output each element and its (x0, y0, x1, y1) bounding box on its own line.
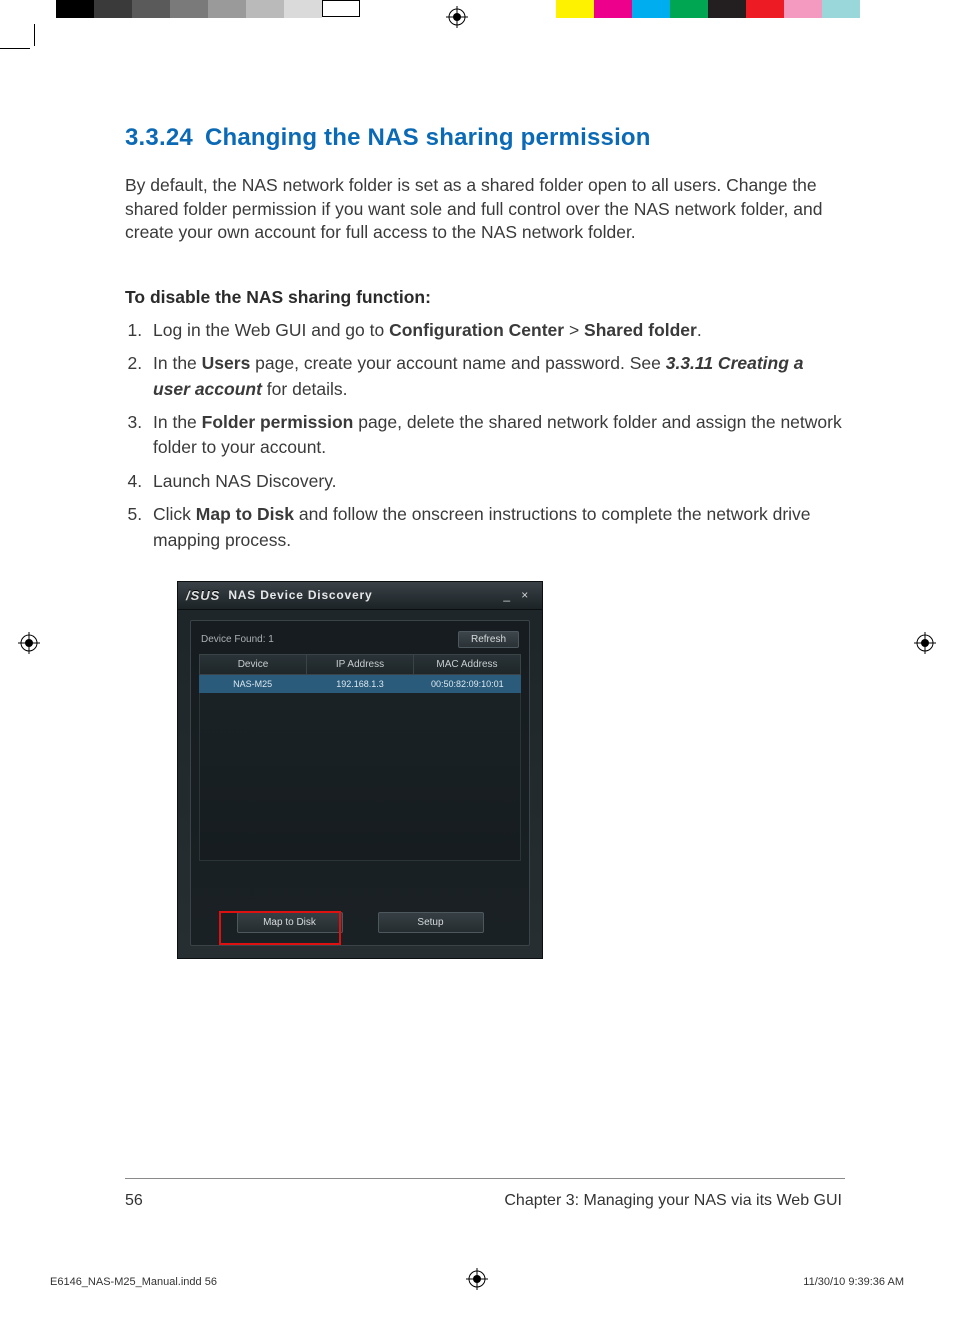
cell-mac: 00:50:82:09:10:01 (414, 675, 521, 693)
section-heading: 3.3.24 Changing the NAS sharing permissio… (125, 124, 845, 152)
slug-timestamp: 11/30/10 9:39:36 AM (803, 1276, 904, 1288)
steps-list: Log in the Web GUI and go to Configurati… (125, 318, 845, 553)
cell-ip: 192.168.1.3 (306, 675, 413, 693)
section-title: Changing the NAS sharing permission (205, 124, 651, 151)
registration-mark-icon (914, 632, 936, 654)
th-device: Device (199, 654, 307, 675)
content-block: 3.3.24 Changing the NAS sharing permissio… (125, 124, 845, 959)
page-number: 56 (125, 1192, 143, 1210)
window-titlebar: /SUS NAS Device Discovery _ × (178, 582, 542, 610)
registration-mark-icon (18, 632, 40, 654)
subheading: To disable the NAS sharing function: (125, 287, 845, 308)
minimize-button[interactable]: _ (498, 588, 516, 602)
screenshot-nas-discovery: /SUS NAS Device Discovery _ × Device Fou… (177, 581, 543, 959)
table-row[interactable]: NAS-M25 192.168.1.3 00:50:82:09:10:01 (199, 675, 521, 693)
step-2: In the Users page, create your account n… (147, 351, 845, 402)
printer-colorbar (0, 0, 954, 18)
step-5: Click Map to Disk and follow the onscree… (147, 502, 845, 553)
brand-logo: /SUS (186, 588, 220, 603)
intro-paragraph: By default, the NAS network folder is se… (125, 174, 825, 245)
section-number: 3.3.24 (125, 124, 193, 152)
device-found-label: Device Found: 1 (201, 634, 274, 645)
window-title: NAS Device Discovery (228, 588, 498, 602)
footer-rule (125, 1178, 845, 1179)
th-mac: MAC Address (414, 654, 521, 675)
close-button[interactable]: × (516, 588, 534, 602)
refresh-button[interactable]: Refresh (458, 631, 519, 648)
table-header: Device IP Address MAC Address (199, 654, 521, 675)
step-4: Launch NAS Discovery. (147, 469, 845, 494)
chapter-label: Chapter 3: Managing your NAS via its Web… (504, 1192, 842, 1210)
setup-button[interactable]: Setup (378, 912, 484, 933)
registration-mark-icon (446, 6, 468, 28)
registration-mark-icon (466, 1268, 488, 1290)
page-root: 3.3.24 Changing the NAS sharing permissio… (0, 0, 954, 1318)
step-1: Log in the Web GUI and go to Configurati… (147, 318, 845, 343)
cell-device: NAS-M25 (199, 675, 306, 693)
step-3: In the Folder permission page, delete th… (147, 410, 845, 461)
th-ip: IP Address (307, 654, 414, 675)
slug-filename: E6146_NAS-M25_Manual.indd 56 (50, 1276, 217, 1288)
highlight-box (219, 911, 341, 945)
table-body-empty (199, 693, 521, 861)
